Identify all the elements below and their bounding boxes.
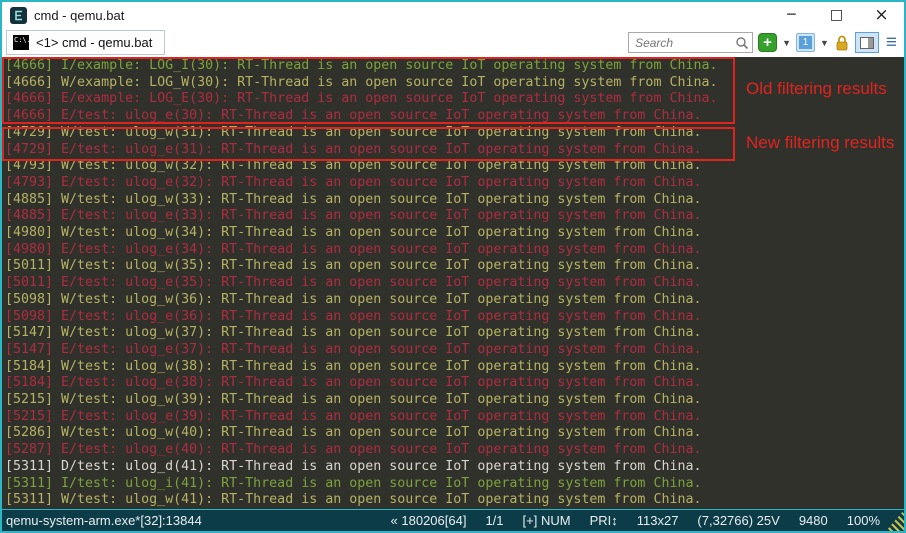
statusbar-item: [+] NUM (523, 513, 571, 528)
close-button[interactable]: × (859, 2, 904, 28)
terminal-line: [4666] I/example: LOG_I(30): RT-Thread i… (5, 58, 904, 75)
terminal-output: [4666] I/example: LOG_I(30): RT-Thread i… (5, 58, 904, 509)
terminal-line: [5287] E/test: ulog_e(40): RT-Thread is … (5, 442, 904, 459)
statusbar-item: 9480 (799, 513, 828, 528)
terminal-line: [4885] E/test: ulog_e(33): RT-Thread is … (5, 208, 904, 225)
title-bar: cmd - qemu.bat ─ □ × (2, 2, 904, 28)
terminal-line: [4980] W/test: ulog_w(34): RT-Thread is … (5, 225, 904, 242)
tab-label: <1> cmd - qemu.bat (36, 35, 152, 50)
new-console-button[interactable]: + (758, 33, 777, 52)
terminal-line: [4666] E/test: ulog_e(30): RT-Thread is … (5, 108, 904, 125)
statusbar-item: 113x27 (637, 513, 679, 528)
cmd-icon: C:\. (13, 35, 29, 50)
new-filter-annotation: New filtering results (746, 133, 894, 153)
terminal-line: [4793] W/test: ulog_w(32): RT-Thread is … (5, 158, 904, 175)
statusbar-item: 1/1 (485, 513, 503, 528)
old-filter-annotation: Old filtering results (746, 79, 887, 99)
toolbar: + ▼ 1 ▼ ≡ (628, 32, 899, 53)
terminal-line: [4885] W/test: ulog_w(33): RT-Thread is … (5, 192, 904, 209)
terminal-line: [5215] E/test: ulog_e(39): RT-Thread is … (5, 409, 904, 426)
terminal-line: [5184] E/test: ulog_e(38): RT-Thread is … (5, 375, 904, 392)
window-controls: ─ □ × (769, 2, 904, 28)
search-box[interactable] (628, 32, 753, 53)
conemu-logo-icon (12, 9, 25, 22)
terminal-line: [5184] W/test: ulog_w(38): RT-Thread is … (5, 359, 904, 376)
view-toggle-button[interactable] (855, 32, 879, 53)
terminal-line: [4980] E/test: ulog_e(34): RT-Thread is … (5, 242, 904, 259)
window-switch-button[interactable]: 1 (796, 33, 815, 52)
terminal-line: [5311] W/test: ulog_w(41): RT-Thread is … (5, 492, 904, 509)
statusbar-item: 100% (847, 513, 880, 528)
search-icon (735, 36, 749, 50)
maximize-button[interactable]: □ (814, 2, 859, 28)
terminal-line: [5011] E/test: ulog_e(35): RT-Thread is … (5, 275, 904, 292)
tab-bar: C:\. <1> cmd - qemu.bat + ▼ 1 ▼ (2, 28, 904, 57)
window-switch-dropdown-icon[interactable]: ▼ (820, 38, 829, 48)
statusbar-item: (7,32766) 25V (697, 513, 779, 528)
terminal-area[interactable]: [4666] I/example: LOG_I(30): RT-Thread i… (2, 57, 904, 509)
terminal-line: [5311] I/test: ulog_i(41): RT-Thread is … (5, 476, 904, 493)
terminal-line: [5147] W/test: ulog_w(37): RT-Thread is … (5, 325, 904, 342)
terminal-line: [5286] W/test: ulog_w(40): RT-Thread is … (5, 425, 904, 442)
tab-cmd-qemu[interactable]: C:\. <1> cmd - qemu.bat (6, 30, 165, 55)
panel-layout-icon (860, 37, 874, 49)
status-bar: qemu-system-arm.exe*[32]:13844 « 180206[… (2, 509, 904, 531)
active-console-label: qemu-system-arm.exe*[32]:13844 (6, 513, 202, 528)
new-console-dropdown-icon[interactable]: ▼ (782, 38, 791, 48)
lock-icon[interactable] (834, 34, 850, 51)
terminal-line: [4793] E/test: ulog_e(32): RT-Thread is … (5, 175, 904, 192)
conemu-app-icon (10, 7, 27, 24)
statusbar-item: PRI↕ (590, 513, 618, 528)
minimize-button[interactable]: ─ (769, 2, 814, 28)
window-number: 1 (799, 36, 812, 49)
terminal-line: [5098] W/test: ulog_w(36): RT-Thread is … (5, 292, 904, 309)
search-input[interactable] (635, 36, 735, 50)
statusbar-right: « 180206[64] 1/1 [+] NUM PRI↕ 113x27 (7,32766… (391, 513, 880, 528)
terminal-line: [5147] E/test: ulog_e(37): RT-Thread is … (5, 342, 904, 359)
main-menu-button[interactable]: ≡ (884, 33, 899, 52)
terminal-line: [5311] D/test: ulog_d(41): RT-Thread is … (5, 459, 904, 476)
terminal-line: [5215] W/test: ulog_w(39): RT-Thread is … (5, 392, 904, 409)
window-title: cmd - qemu.bat (34, 8, 124, 23)
terminal-line: [5011] W/test: ulog_w(35): RT-Thread is … (5, 258, 904, 275)
conemu-window: cmd - qemu.bat ─ □ × C:\. <1> cmd - qemu… (0, 0, 906, 533)
terminal-line: [5098] E/test: ulog_e(36): RT-Thread is … (5, 309, 904, 326)
resize-grip[interactable] (886, 510, 904, 531)
statusbar-item: « 180206[64] (391, 513, 467, 528)
